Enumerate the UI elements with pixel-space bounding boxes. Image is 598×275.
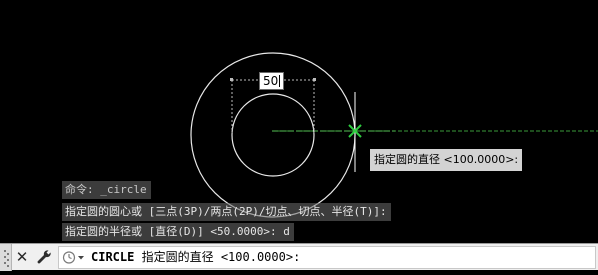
wrench-icon[interactable] [34, 244, 54, 271]
command-history-line: 命令: _circle [62, 181, 151, 199]
command-prompt-text: CIRCLE 指定圆的直径 <100.0000>: [91, 247, 300, 268]
close-icon[interactable]: ✕ [12, 244, 32, 271]
dimension-input-value: 50 [263, 74, 279, 88]
command-history-line: 指定圆的圆心或 [三点(3P)/两点(2P)/切点、切点、半径(T)]: [62, 203, 391, 221]
command-line-bar: ✕ CIRCLE 指定圆的直径 <100.0000>: [0, 243, 598, 271]
dynamic-input-tooltip: 指定圆的直径 <100.0000>: [370, 149, 523, 171]
recent-commands-icon[interactable] [59, 247, 89, 268]
command-history-line: 指定圆的半径或 [直径(D)] <50.0000>: d [62, 223, 294, 241]
command-prompt: 指定圆的直径 <100.0000>: [141, 250, 301, 264]
preview-circle [231, 93, 315, 177]
dimension-input-field[interactable]: 50 [259, 72, 284, 90]
dimension-grip-right [313, 78, 316, 81]
command-input[interactable]: CIRCLE 指定圆的直径 <100.0000>: [58, 246, 596, 269]
text-caret [279, 75, 281, 87]
drawing-viewport[interactable]: 50 指定圆的直径 <100.0000>: 命令: _circle 指定圆的圆心… [0, 0, 598, 241]
dimension-grip-left [230, 78, 233, 81]
grip-icon[interactable] [0, 244, 12, 271]
active-command: CIRCLE [91, 250, 135, 264]
